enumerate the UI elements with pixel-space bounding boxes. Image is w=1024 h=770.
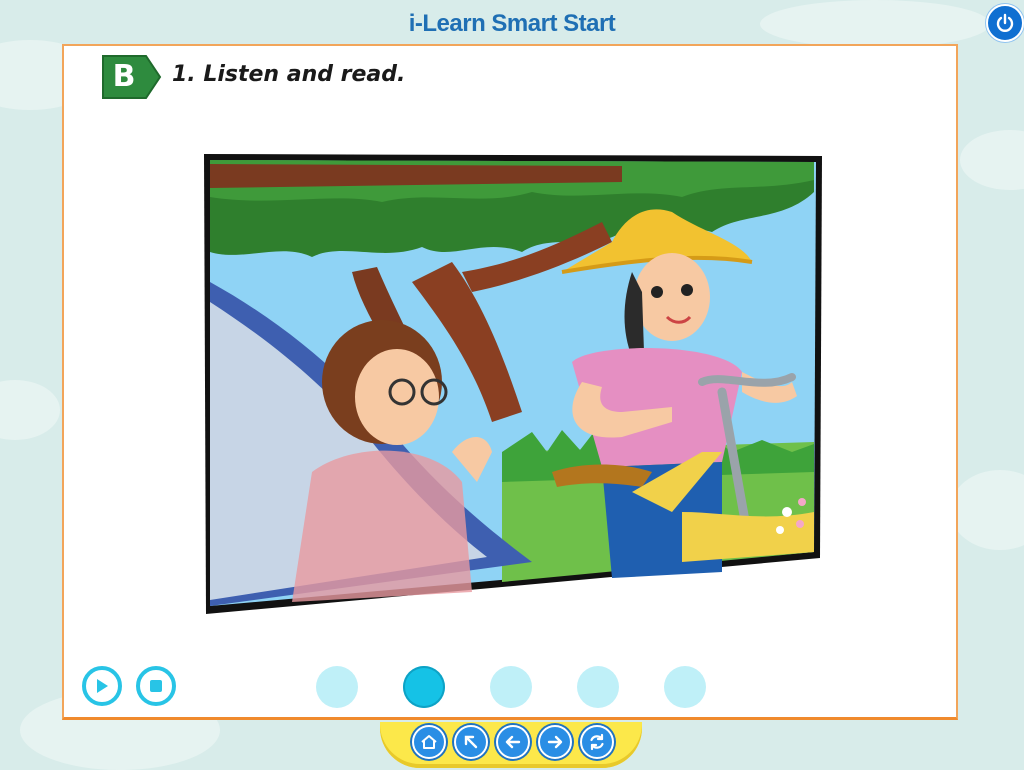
page-dot-3[interactable] (490, 666, 532, 708)
bottom-navigation-bar (380, 722, 642, 768)
page-dot-5[interactable] (664, 666, 706, 708)
next-button[interactable] (538, 725, 572, 759)
arrow-right-icon (547, 735, 563, 749)
power-button[interactable] (986, 4, 1024, 42)
instruction-text: 1. Listen and read. (172, 62, 406, 87)
page-dot-4[interactable] (577, 666, 619, 708)
stop-button[interactable] (136, 666, 176, 706)
background-cloud (960, 130, 1024, 190)
page-dot-1[interactable] (316, 666, 358, 708)
story-illustration (204, 154, 822, 614)
refresh-button[interactable] (580, 725, 614, 759)
stop-icon (150, 680, 162, 692)
page-dot-2-active[interactable] (403, 666, 445, 708)
section-letter: B (112, 59, 136, 94)
home-button[interactable] (412, 725, 446, 759)
refresh-icon (590, 733, 604, 751)
arrow-left-icon (505, 735, 521, 749)
play-button[interactable] (82, 666, 122, 706)
previous-button[interactable] (496, 725, 530, 759)
power-icon (996, 13, 1014, 32)
app-title: i-Learn Smart Start (408, 10, 616, 37)
background-cloud (0, 380, 60, 440)
back-to-top-button[interactable] (454, 725, 488, 759)
home-icon (421, 735, 437, 749)
play-icon (97, 679, 108, 693)
background-cloud (950, 470, 1024, 550)
lesson-panel: B 1. Listen and read. (62, 44, 958, 720)
arrow-up-left-icon (464, 735, 478, 749)
